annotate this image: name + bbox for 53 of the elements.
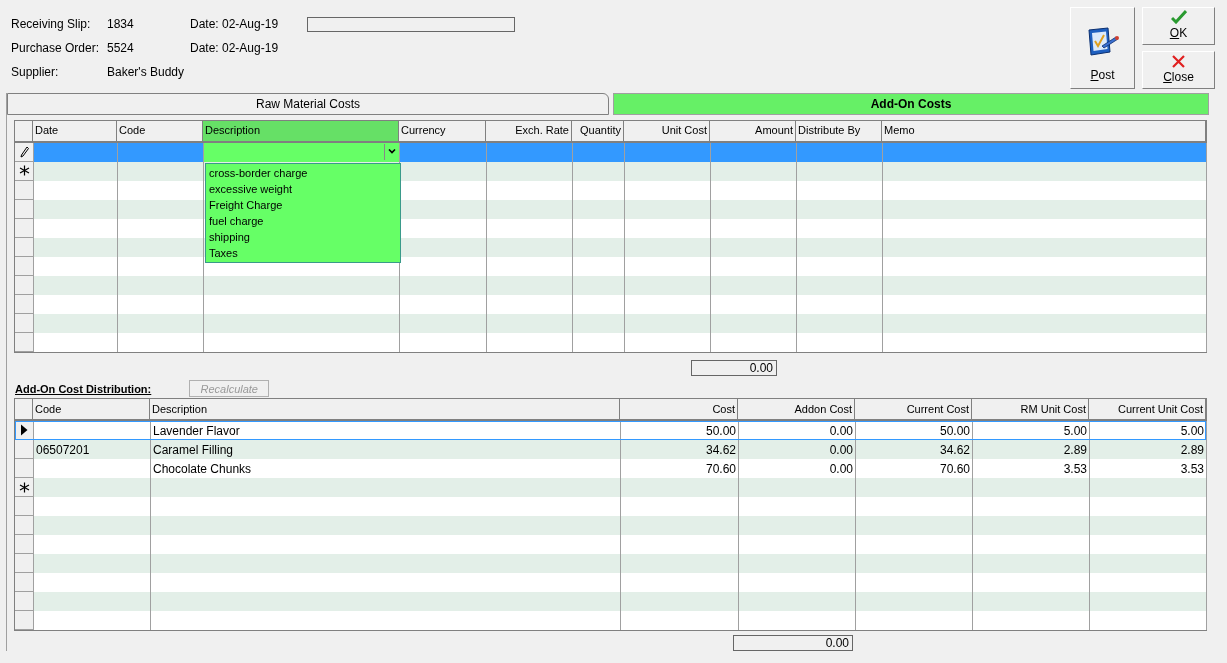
dropdown-button[interactable] bbox=[384, 143, 398, 160]
date-text: Date: 02-Aug-19 bbox=[190, 16, 280, 33]
asterisk-icon bbox=[18, 481, 30, 493]
clipboard-check-icon bbox=[1085, 26, 1120, 58]
column-header[interactable]: Cost bbox=[620, 399, 738, 419]
column-header[interactable]: Code bbox=[117, 120, 203, 141]
dropdown-option[interactable]: excessive weight bbox=[206, 180, 400, 197]
column-header[interactable]: Quantity bbox=[572, 120, 624, 141]
column-header[interactable]: Code bbox=[33, 399, 150, 419]
post-button[interactable]: Post bbox=[1070, 7, 1135, 89]
field-label: Receiving Slip: bbox=[11, 16, 92, 33]
dropdown-option[interactable]: cross-border charge bbox=[206, 164, 400, 181]
close-button[interactable]: Close bbox=[1142, 51, 1215, 89]
column-header[interactable]: Date bbox=[33, 120, 117, 141]
close-icon bbox=[1172, 55, 1185, 68]
column-header[interactable]: Exch. Rate bbox=[486, 120, 572, 141]
grid-row[interactable]: Lavender Flavor 50.00 0.00 50.00 5.00 5.00 bbox=[15, 421, 1206, 440]
column-header[interactable]: Amount bbox=[710, 120, 796, 141]
dropdown-option[interactable]: fuel charge bbox=[206, 212, 400, 229]
row-header[interactable] bbox=[15, 478, 34, 497]
column-header[interactable]: Current Cost bbox=[855, 399, 972, 419]
column-header[interactable]: Current Unit Cost bbox=[1089, 399, 1206, 419]
field-value: 5524 bbox=[107, 40, 135, 57]
grid-row[interactable]: 06507201 Caramel Filling 34.62 0.00 34.62 2.89 2.89 bbox=[15, 440, 1206, 459]
ok-button[interactable]: OK bbox=[1142, 7, 1215, 45]
asterisk-icon bbox=[18, 165, 30, 176]
total-field: 0.00 bbox=[691, 359, 777, 376]
dropdown-option[interactable]: Freight Charge bbox=[206, 196, 400, 213]
date-text: Date: 02-Aug-19 bbox=[190, 40, 280, 57]
field-value: 1834 bbox=[107, 16, 135, 33]
column-header[interactable]: Memo bbox=[882, 120, 1206, 141]
tab[interactable]: Add-On Costs bbox=[613, 93, 1209, 115]
tab[interactable]: Raw Material Costs bbox=[7, 93, 609, 115]
field-value: Baker's Buddy bbox=[107, 64, 185, 81]
dropdown-option[interactable]: shipping bbox=[206, 228, 400, 245]
total-field: 0.00 bbox=[733, 635, 853, 651]
row-header[interactable] bbox=[15, 421, 34, 440]
grid-row[interactable]: Chocolate Chunks 70.60 0.00 70.60 3.53 3.53 bbox=[15, 459, 1206, 478]
field-label: Purchase Order: bbox=[11, 40, 101, 57]
checkmark-icon bbox=[1170, 10, 1187, 24]
column-header[interactable]: Description bbox=[203, 120, 399, 141]
column-header[interactable]: Currency bbox=[399, 120, 486, 141]
column-header[interactable]: Addon Cost bbox=[738, 399, 855, 419]
row-pointer-icon bbox=[20, 424, 28, 436]
section-title: Add-On Cost Distribution: bbox=[15, 381, 152, 397]
pencil-icon bbox=[19, 145, 29, 158]
field-label: Supplier: bbox=[11, 64, 60, 81]
chevron-down-icon bbox=[387, 149, 396, 154]
column-header[interactable]: Unit Cost bbox=[624, 120, 710, 141]
column-header[interactable]: Distribute By bbox=[796, 120, 882, 141]
column-header[interactable]: RM Unit Cost bbox=[972, 399, 1089, 419]
dropdown-option[interactable]: Taxes bbox=[206, 244, 400, 261]
column-header[interactable]: Description bbox=[150, 399, 620, 419]
